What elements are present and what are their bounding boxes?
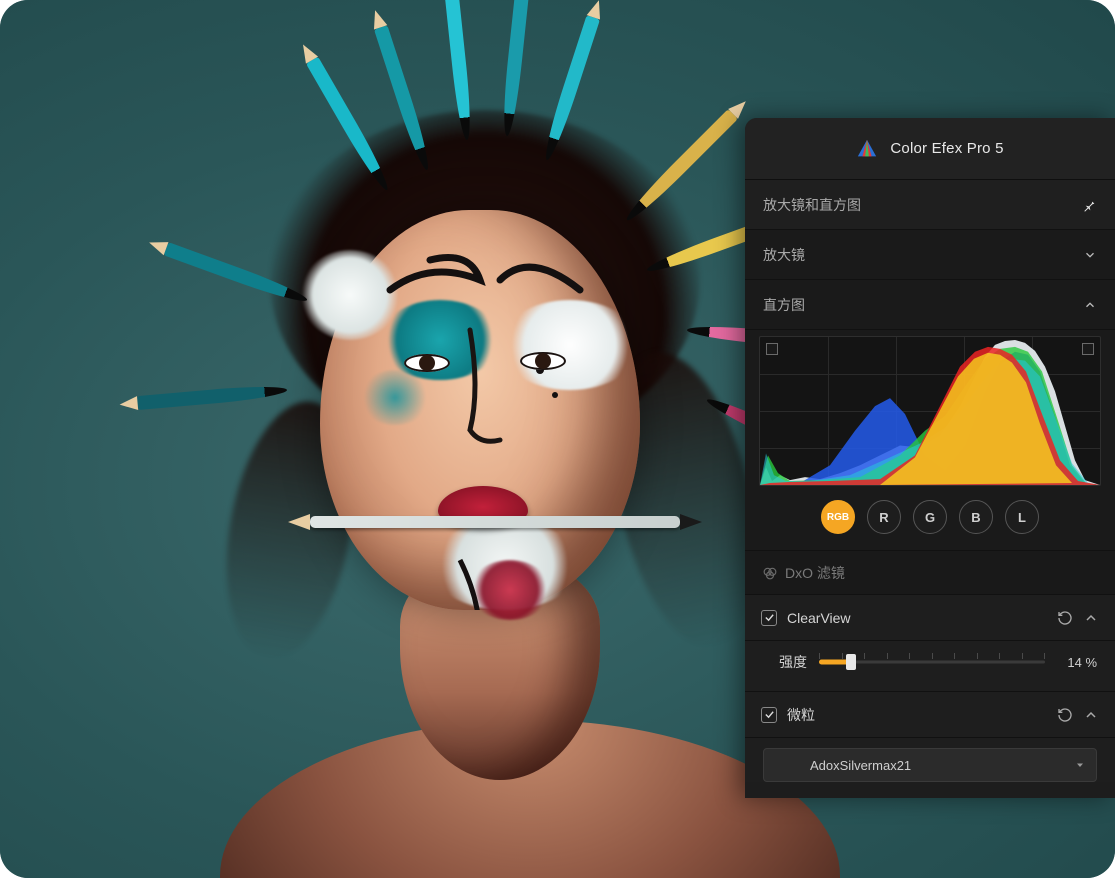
channel-r-button[interactable]: R: [867, 500, 901, 534]
chevron-down-icon: [1083, 248, 1097, 262]
channel-rgb-button[interactable]: RGB: [821, 500, 855, 534]
grain-preset-dropdown[interactable]: AdoxSilvermax21: [763, 748, 1097, 782]
intensity-label: 强度: [763, 652, 807, 672]
channel-l-button[interactable]: L: [1005, 500, 1039, 534]
app-title: Color Efex Pro 5: [890, 140, 1003, 157]
grain-preset-row: AdoxSilvermax21: [745, 738, 1115, 782]
chevron-up-icon[interactable]: [1083, 610, 1099, 626]
channel-buttons: RGB R G B L: [759, 486, 1101, 536]
section-loupe-histogram[interactable]: 放大镜和直方图: [745, 180, 1115, 230]
section-dxo-filters: DxO 滤镜: [745, 551, 1115, 595]
panel-header: Color Efex Pro 5: [745, 118, 1115, 180]
section-histogram[interactable]: 直方图: [745, 280, 1115, 330]
chevron-up-icon[interactable]: [1083, 707, 1099, 723]
clearview-intensity-row: 强度 14 %: [745, 641, 1115, 692]
histogram-graph: [759, 336, 1101, 486]
channel-b-button[interactable]: B: [959, 500, 993, 534]
filter-grain-header[interactable]: 微粒: [745, 692, 1115, 738]
section-label-text: DxO 滤镜: [785, 563, 845, 583]
histogram-container: RGB R G B L: [745, 330, 1115, 551]
intensity-slider[interactable]: [819, 651, 1045, 673]
channel-g-button[interactable]: G: [913, 500, 947, 534]
app-logo-icon: [856, 138, 878, 160]
clearview-checkbox[interactable]: [761, 610, 777, 626]
controls-panel: Color Efex Pro 5 放大镜和直方图 放大镜 直方图: [745, 118, 1115, 798]
reset-icon[interactable]: [1057, 707, 1073, 723]
filters-icon: [763, 566, 777, 580]
section-loupe[interactable]: 放大镜: [745, 230, 1115, 280]
pin-icon[interactable]: [1081, 197, 1097, 213]
section-label: 放大镜和直方图: [763, 195, 861, 215]
grain-label: 微粒: [787, 705, 815, 725]
dropdown-chevron-icon: [1074, 759, 1086, 771]
reset-icon[interactable]: [1057, 610, 1073, 626]
grain-preset-value: AdoxSilvermax21: [810, 758, 911, 773]
filter-clearview-header[interactable]: ClearView: [745, 595, 1115, 641]
image-canvas: Color Efex Pro 5 放大镜和直方图 放大镜 直方图: [0, 0, 1115, 878]
clearview-label: ClearView: [787, 610, 851, 626]
section-label: 放大镜: [763, 245, 805, 265]
chevron-up-icon: [1083, 298, 1097, 312]
section-label: 直方图: [763, 295, 805, 315]
grain-checkbox[interactable]: [761, 707, 777, 723]
intensity-value: 14 %: [1057, 655, 1097, 670]
